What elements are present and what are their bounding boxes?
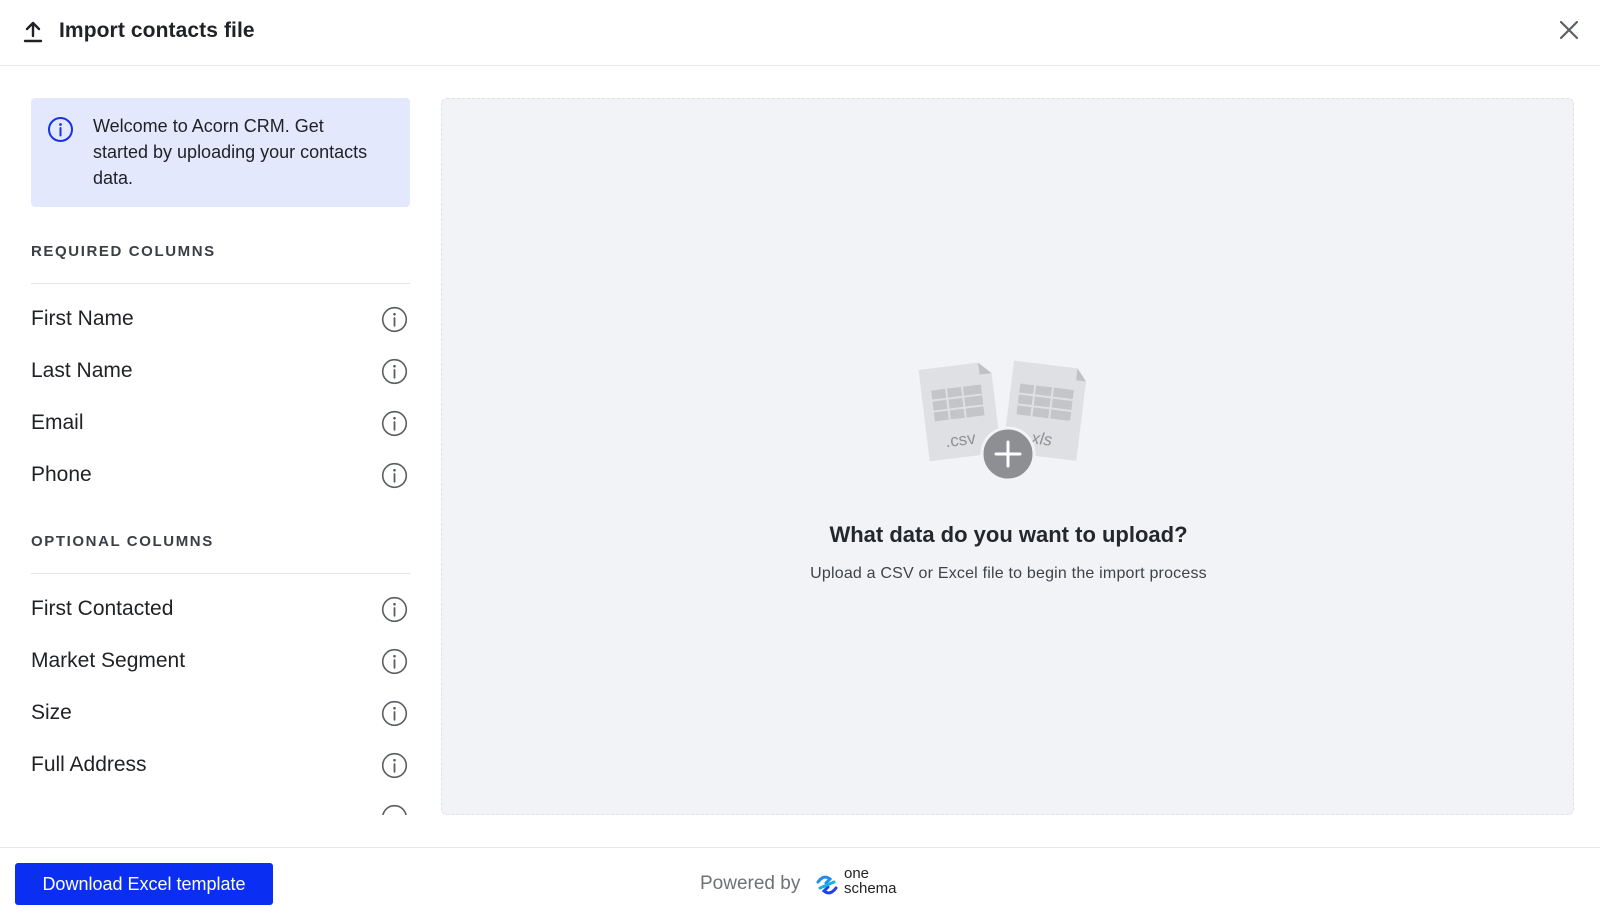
column-label: Email: [31, 411, 84, 434]
column-row-market-segment: Market Segment: [31, 641, 410, 681]
info-icon[interactable]: [381, 462, 408, 489]
column-row-size: Size: [31, 693, 410, 733]
required-columns-heading: REQUIRED COLUMNS: [31, 243, 216, 260]
info-icon[interactable]: [381, 804, 408, 815]
modal-header: Import contacts file: [0, 0, 1600, 66]
page-title: Import contacts file: [59, 19, 255, 42]
column-label: Full Address: [31, 753, 147, 776]
column-row-clipped: [31, 797, 410, 815]
info-icon[interactable]: [381, 648, 408, 675]
oneschema-brand: one schema: [844, 866, 897, 896]
info-icon: [47, 116, 74, 143]
info-icon[interactable]: [381, 700, 408, 727]
brand-line-2: schema: [844, 880, 897, 897]
columns-sidebar[interactable]: Welcome to Acorn CRM. Get started by upl…: [31, 98, 410, 815]
divider: [31, 283, 410, 284]
column-label: Size: [31, 701, 72, 724]
upload-subtext: Upload a CSV or Excel file to begin the …: [810, 565, 1207, 582]
info-icon[interactable]: [381, 410, 408, 437]
column-row-first-contacted: First Contacted: [31, 589, 410, 629]
column-row-phone: Phone: [31, 455, 410, 495]
download-template-button[interactable]: Download Excel template: [15, 863, 273, 905]
powered-by-label: Powered by: [700, 873, 801, 894]
info-icon[interactable]: [381, 358, 408, 385]
column-label: Phone: [31, 463, 92, 486]
column-label: Market Segment: [31, 649, 186, 672]
column-label: First Name: [31, 307, 134, 330]
info-icon[interactable]: [381, 752, 408, 779]
brand-line-1: one: [844, 865, 870, 882]
close-icon[interactable]: [1555, 16, 1583, 44]
optional-columns-heading: OPTIONAL COLUMNS: [31, 533, 214, 550]
column-label: Last Name: [31, 359, 133, 382]
info-icon[interactable]: [381, 306, 408, 333]
modal-footer: Download Excel template Powered by one s…: [0, 847, 1600, 916]
add-file-icon: .csv .xls: [912, 357, 1102, 487]
upload-icon: [22, 20, 44, 44]
column-row-email: Email: [31, 403, 410, 443]
column-row-last-name: Last Name: [31, 351, 410, 391]
column-row-full-address: Full Address: [31, 745, 410, 785]
welcome-notice: Welcome to Acorn CRM. Get started by upl…: [31, 98, 410, 207]
info-icon[interactable]: [381, 596, 408, 623]
column-label: First Contacted: [31, 597, 174, 620]
divider: [31, 573, 410, 574]
file-type-label: .csv: [944, 429, 977, 452]
column-row-first-name: First Name: [31, 299, 410, 339]
oneschema-logo-icon: [814, 872, 840, 898]
upload-prompt: What data do you want to upload?: [829, 522, 1188, 547]
file-dropzone[interactable]: .csv .xls What data do you want to uploa…: [441, 98, 1574, 815]
welcome-text: Welcome to Acorn CRM. Get started by upl…: [93, 116, 368, 188]
